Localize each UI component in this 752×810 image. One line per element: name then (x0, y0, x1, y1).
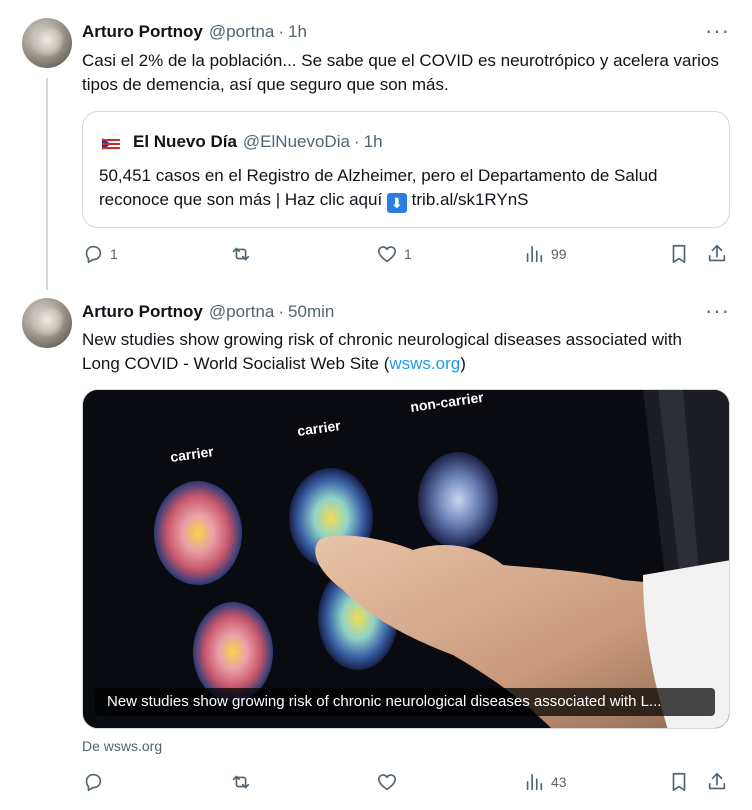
like-icon (377, 246, 397, 263)
bookmark-icon (672, 244, 686, 264)
views-count: 43 (551, 774, 567, 790)
tweet-1[interactable]: Arturo Portnoy @portna · 1h ··· Casi el … (0, 0, 752, 290)
brain-scan-non-carrier (418, 452, 498, 548)
like-button[interactable] (376, 771, 404, 793)
bookmark-icon (672, 772, 686, 792)
quoted-tweet[interactable]: El Nuevo Día @ElNuevoDia · 1h 50,451 cas… (82, 111, 730, 228)
more-icon[interactable]: ··· (705, 300, 730, 322)
thread-line (46, 78, 48, 290)
more-icon[interactable]: ··· (705, 20, 730, 42)
tweet-link[interactable]: wsws.org (389, 354, 460, 373)
link-card-title: New studies show growing risk of chronic… (95, 688, 715, 716)
quoted-header: El Nuevo Día @ElNuevoDia · 1h (133, 132, 383, 152)
tweet-header: Arturo Portnoy @portna · 50min (82, 302, 334, 322)
author-name[interactable]: Arturo Portnoy (82, 302, 203, 322)
views-icon (526, 245, 543, 263)
action-bar: 43 (82, 771, 730, 797)
separator-dot: · (353, 132, 360, 151)
newspaper-logo-icon (99, 132, 123, 156)
share-button[interactable] (706, 243, 728, 265)
repost-button[interactable] (230, 771, 258, 793)
quoted-timestamp: 1h (363, 132, 383, 151)
repost-icon (232, 247, 250, 261)
separator-dot: · (278, 302, 285, 321)
separator-dot: · (278, 22, 285, 41)
views-button[interactable]: 43 (523, 771, 567, 793)
tweet-text-end: ) (460, 354, 466, 373)
quoted-text-body: 50,451 casos en el Registro de Alzheimer… (99, 166, 658, 209)
share-icon (708, 244, 726, 262)
timestamp[interactable]: 50min (288, 302, 334, 322)
action-bar: 1 1 99 (82, 243, 730, 269)
brain-scan-carrier-left (154, 481, 242, 585)
down-arrow-icon: ⬇ (386, 193, 407, 213)
quoted-author-handle: @ElNuevoDia (242, 132, 350, 151)
repost-button[interactable] (230, 243, 258, 265)
bookmark-button[interactable] (668, 243, 690, 265)
tweet-text: New studies show growing risk of chronic… (82, 328, 722, 376)
bookmark-button[interactable] (668, 771, 690, 793)
repost-icon (232, 775, 250, 789)
like-button[interactable]: 1 (376, 243, 412, 265)
reply-icon (85, 773, 102, 792)
reply-button[interactable]: 1 (82, 243, 118, 265)
tweet-text-body: New studies show growing risk of chronic… (82, 330, 683, 373)
views-count: 99 (551, 246, 567, 262)
avatar[interactable] (22, 18, 72, 68)
brain-scan-bottom-left (193, 602, 273, 702)
reply-count: 1 (110, 246, 118, 262)
timestamp[interactable]: 1h (288, 22, 307, 42)
link-card-image[interactable]: carrier carrier non-carrier New studies … (82, 389, 730, 729)
reply-icon (85, 245, 102, 264)
like-count: 1 (404, 246, 412, 262)
tweet-text: Casi el 2% de la población... Se sabe qu… (82, 51, 719, 94)
views-icon (526, 773, 543, 791)
reply-button[interactable] (82, 771, 110, 793)
author-name[interactable]: Arturo Portnoy (82, 22, 203, 42)
views-button[interactable]: 99 (523, 243, 567, 265)
author-handle[interactable]: @portna (209, 302, 274, 322)
quoted-text: 50,451 casos en el Registro de Alzheimer… (99, 164, 719, 213)
share-button[interactable] (706, 771, 728, 793)
quoted-link: trib.al/sk1RYnS (411, 190, 529, 209)
link-source[interactable]: De wsws.org (82, 738, 162, 754)
tweet-header: Arturo Portnoy @portna · 1h (82, 22, 307, 42)
brain-scans-photo: carrier carrier non-carrier (83, 390, 729, 728)
share-icon (708, 772, 726, 790)
avatar[interactable] (22, 298, 72, 348)
like-icon (377, 774, 397, 791)
quoted-author-name: El Nuevo Día (133, 132, 237, 151)
author-handle[interactable]: @portna (209, 22, 274, 42)
